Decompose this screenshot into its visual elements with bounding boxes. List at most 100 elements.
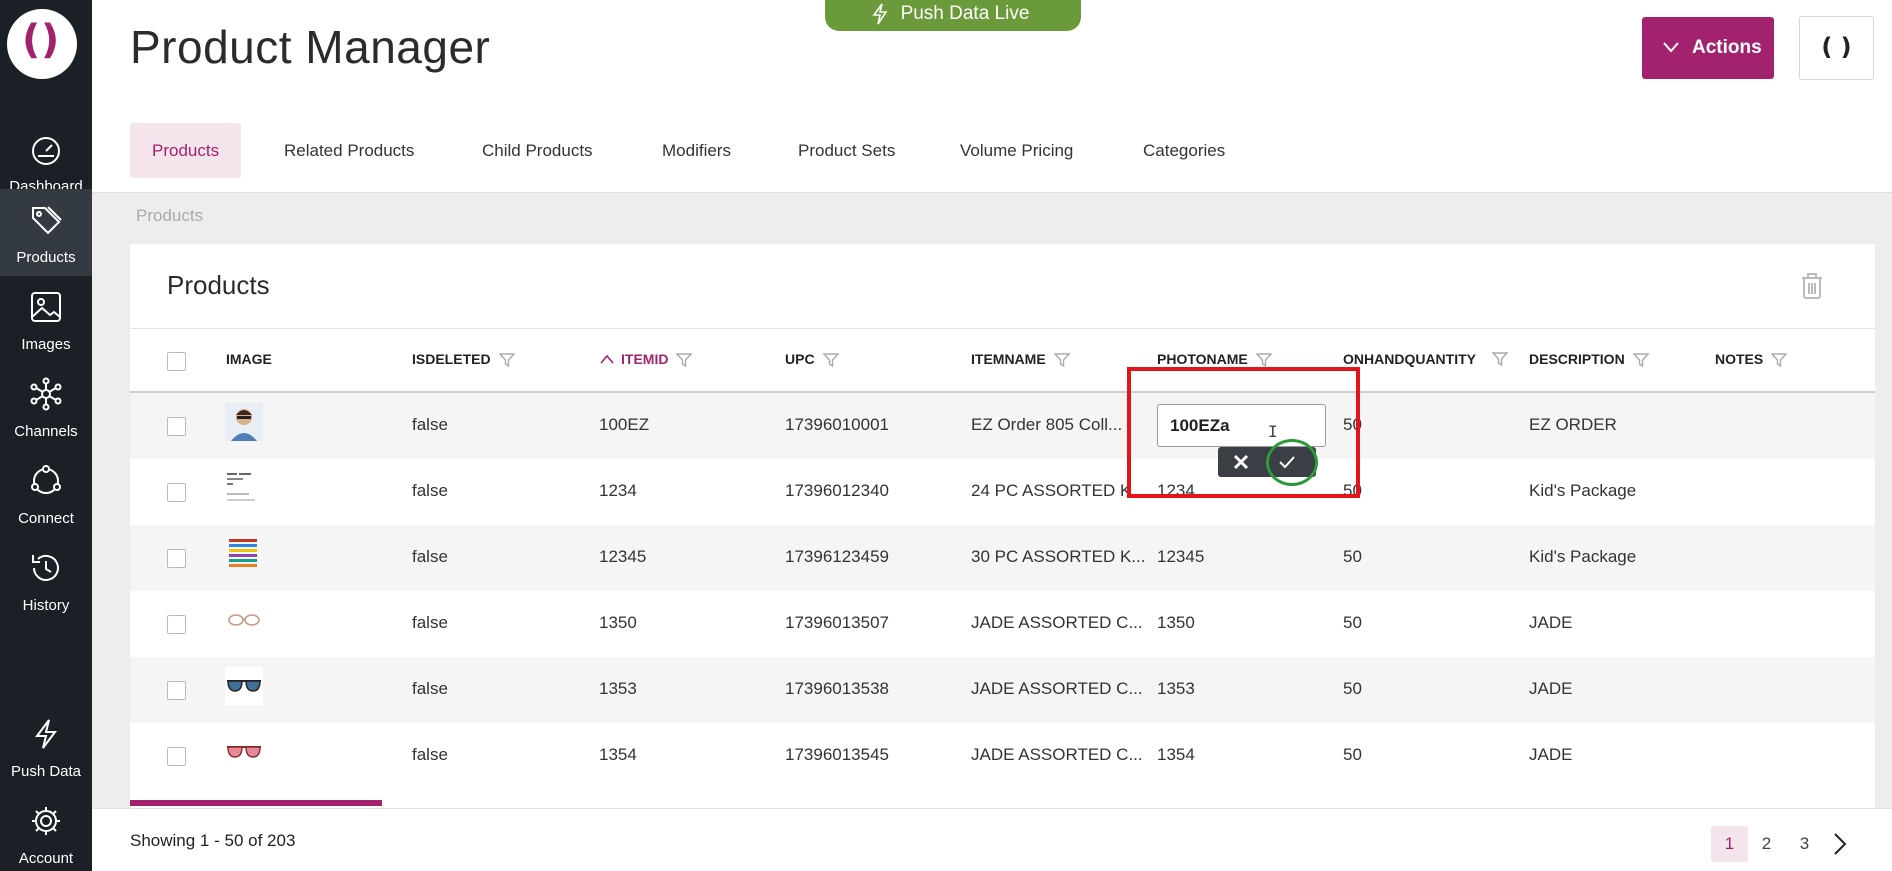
- sidebar-item-products[interactable]: Products: [0, 189, 92, 276]
- logo-right-glyph: ): [41, 17, 60, 63]
- sidebar-item-label: Images: [21, 336, 71, 353]
- table-row[interactable]: false 100EZ 17396010001 EZ Order 805 Col…: [130, 393, 1875, 459]
- push-data-live-label: Push Data Live: [900, 3, 1030, 24]
- sidebar-item-images[interactable]: Images: [0, 276, 92, 363]
- column-header-description[interactable]: DESCRIPTION: [1529, 351, 1649, 368]
- sidebar-item-push-data[interactable]: Push Data: [0, 703, 92, 790]
- actions-label: Actions: [1692, 37, 1762, 58]
- column-header-photoname[interactable]: PHOTONAME: [1157, 351, 1272, 368]
- product-thumbnail[interactable]: [225, 667, 263, 705]
- column-label: ITEMNAME: [971, 351, 1046, 367]
- product-thumbnail[interactable]: [225, 403, 263, 441]
- tab-child-products[interactable]: Child Products: [482, 123, 593, 178]
- product-thumbnail[interactable]: [225, 601, 263, 639]
- sidebar-item-channels[interactable]: Channels: [0, 363, 92, 450]
- tab-volume-pricing[interactable]: Volume Pricing: [960, 123, 1073, 178]
- product-thumbnail[interactable]: [225, 469, 263, 507]
- image-icon: [31, 292, 61, 322]
- cell-isdeleted: false: [412, 613, 448, 632]
- sidebar-item-connect[interactable]: Connect: [0, 450, 92, 537]
- gear-icon: [32, 807, 60, 835]
- cell-description: EZ ORDER: [1529, 415, 1617, 434]
- row-checkbox[interactable]: [167, 417, 186, 436]
- filter-icon[interactable]: [1053, 352, 1070, 368]
- highlight-box: [1127, 367, 1360, 498]
- highlight-ring: [1266, 439, 1318, 486]
- cycle-icon: [31, 465, 61, 494]
- lightning-icon: [35, 719, 57, 749]
- brand-icon-button[interactable]: ( ): [1799, 16, 1874, 80]
- app-logo[interactable]: ( ): [7, 9, 77, 79]
- column-label: ITEMID: [621, 351, 669, 367]
- filter-icon[interactable]: [1771, 352, 1788, 368]
- column-label: IMAGE: [226, 351, 272, 367]
- cell-upc: 17396013545: [785, 745, 890, 764]
- filter-icon[interactable]: [498, 352, 515, 368]
- column-label: ISDELETED: [412, 351, 491, 367]
- page-title: Product Manager: [130, 21, 491, 73]
- column-header-itemid[interactable]: ITEMID: [599, 351, 693, 368]
- breadcrumb[interactable]: Products: [136, 206, 203, 226]
- page-button-2[interactable]: 2: [1748, 826, 1785, 862]
- filter-icon[interactable]: [676, 352, 693, 368]
- filter-icon[interactable]: [1492, 351, 1508, 367]
- column-header-notes[interactable]: NOTES: [1715, 351, 1788, 368]
- column-label: DESCRIPTION: [1529, 351, 1625, 367]
- product-thumbnail[interactable]: [225, 535, 263, 573]
- chevron-right-icon[interactable]: [1832, 831, 1848, 857]
- tab-modifiers[interactable]: Modifiers: [662, 123, 731, 178]
- cell-onhandquantity: 50: [1343, 679, 1362, 698]
- push-data-live-button[interactable]: Push Data Live: [825, 0, 1081, 31]
- table-row[interactable]: false 12345 17396123459 30 PC ASSORTED K…: [130, 525, 1875, 591]
- horizontal-scrollbar[interactable]: [130, 800, 382, 806]
- history-icon: [32, 554, 59, 581]
- row-checkbox[interactable]: [167, 483, 186, 502]
- cell-upc: 17396013507: [785, 613, 890, 632]
- column-header-itemname[interactable]: ITEMNAME: [971, 351, 1070, 368]
- cell-itemid: 1353: [599, 679, 637, 698]
- filter-icon[interactable]: [1632, 352, 1649, 368]
- trash-icon[interactable]: [1800, 272, 1824, 300]
- cell-itemid: 100EZ: [599, 415, 650, 434]
- filter-icon[interactable]: [1255, 352, 1272, 368]
- sidebar-item-account[interactable]: Account: [0, 790, 92, 871]
- column-label: UPC: [785, 351, 815, 367]
- table-row[interactable]: false 1234 17396012340 24 PC ASSORTED K.…: [130, 459, 1875, 525]
- column-header-isdeleted[interactable]: ISDELETED: [412, 351, 515, 368]
- table-row[interactable]: false 1350 17396013507 JADE ASSORTED C..…: [130, 591, 1875, 657]
- cell-isdeleted: false: [412, 481, 448, 500]
- cell-isdeleted: false: [412, 415, 448, 434]
- network-icon: [30, 377, 62, 411]
- cell-onhandquantity: 50: [1343, 613, 1362, 632]
- cell-itemid: 12345: [599, 547, 647, 566]
- page-button-1[interactable]: 1: [1711, 826, 1748, 862]
- product-thumbnail[interactable]: [225, 733, 263, 771]
- cell-photoname: 1354: [1157, 745, 1195, 764]
- row-checkbox[interactable]: [167, 549, 186, 568]
- table-row[interactable]: false 1353 17396013538 JADE ASSORTED C..…: [130, 657, 1875, 723]
- filter-icon[interactable]: [822, 352, 839, 368]
- tab-related-products[interactable]: Related Products: [284, 123, 414, 178]
- cell-itemname: JADE ASSORTED C...: [971, 613, 1143, 632]
- column-label: ONHANDQUANTITY: [1343, 351, 1476, 367]
- cell-description: Kid's Package: [1529, 547, 1637, 566]
- table-row[interactable]: false 1354 17396013545 JADE ASSORTED C..…: [130, 723, 1875, 789]
- tab-categories[interactable]: Categories: [1143, 123, 1225, 178]
- page-button-3[interactable]: 3: [1786, 826, 1823, 862]
- cell-description: JADE: [1529, 679, 1573, 698]
- tab-product-sets[interactable]: Product Sets: [798, 123, 895, 178]
- cell-itemname: 24 PC ASSORTED K...: [971, 481, 1146, 500]
- row-checkbox[interactable]: [167, 747, 186, 766]
- sidebar-item-history[interactable]: History: [0, 537, 92, 624]
- row-checkbox[interactable]: [167, 681, 186, 700]
- cell-description: JADE: [1529, 613, 1573, 632]
- tab-products[interactable]: Products: [130, 123, 242, 178]
- column-header-upc[interactable]: UPC: [785, 351, 839, 368]
- select-all-checkbox[interactable]: [167, 352, 186, 371]
- actions-button[interactable]: Actions: [1642, 17, 1774, 79]
- cell-itemid: 1234: [599, 481, 637, 500]
- chevron-down-icon: [1663, 42, 1679, 53]
- column-label: PHOTONAME: [1157, 351, 1248, 367]
- sidebar-item-label: Account: [18, 850, 74, 867]
- row-checkbox[interactable]: [167, 615, 186, 634]
